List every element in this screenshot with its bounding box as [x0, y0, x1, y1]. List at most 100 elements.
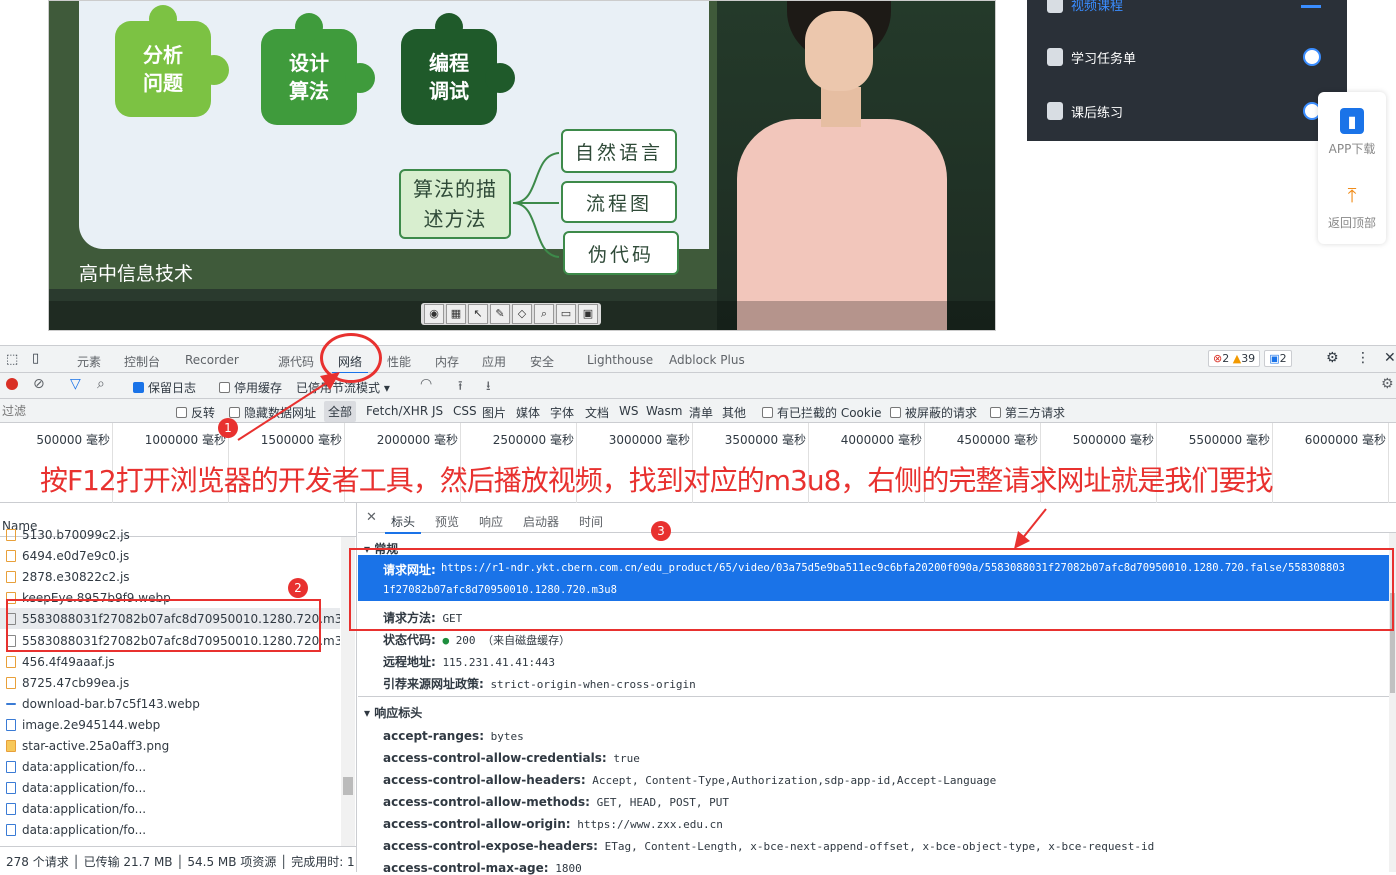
- method-box: 自然语言: [561, 129, 677, 173]
- app-download-button[interactable]: ▮ APP下载: [1318, 108, 1386, 157]
- request-row[interactable]: data:application/fo...: [0, 819, 340, 840]
- type-filter-js[interactable]: JS: [432, 404, 443, 418]
- type-filter-ws[interactable]: WS: [619, 404, 638, 418]
- request-row[interactable]: image.2e945144.webp: [0, 714, 340, 735]
- header-key: access-control-allow-credentials:: [383, 751, 607, 765]
- screen-icon[interactable]: ▭: [556, 304, 576, 324]
- close-icon[interactable]: ✕: [1384, 350, 1396, 366]
- eraser-icon[interactable]: ◇: [512, 304, 532, 324]
- checkbox: [762, 407, 773, 418]
- settings-gear-icon[interactable]: ⚙: [1326, 350, 1339, 366]
- tab-performance[interactable]: 性能: [387, 353, 411, 370]
- more-menu-icon[interactable]: ⋮: [1356, 350, 1370, 366]
- url-highlight-box: [349, 548, 1394, 631]
- header-key: access-control-allow-methods:: [383, 795, 590, 809]
- tab-console[interactable]: 控制台: [124, 353, 160, 370]
- course-menu: 视频课程 学习任务单 课后练习: [1027, 0, 1347, 141]
- device-toggle-icon[interactable]: ▯: [32, 351, 39, 366]
- tab-response[interactable]: 响应: [479, 513, 503, 530]
- teacher-footage: [717, 1, 995, 330]
- tab-security[interactable]: 安全: [530, 353, 554, 370]
- video-player[interactable]: 分析问题 设计算法 编程调试 算法的描述方法 自然语言 流程图 伪代码 高中信息…: [48, 0, 996, 331]
- pen-icon[interactable]: ✎: [490, 304, 510, 324]
- request-row[interactable]: data:application/fo...: [0, 756, 340, 777]
- type-filter-doc[interactable]: 文档: [585, 404, 609, 421]
- script-file-icon: [6, 655, 16, 668]
- third-party-checkbox[interactable]: 第三方请求: [990, 404, 1065, 421]
- puzzle-piece: 分析问题: [115, 5, 229, 117]
- eye-icon[interactable]: ◉: [424, 304, 444, 324]
- timeline-tick-label: 500000 毫秒: [36, 433, 110, 447]
- message-count-badge[interactable]: ▣2: [1264, 350, 1292, 367]
- type-filter-fetch[interactable]: Fetch/XHR: [366, 404, 428, 418]
- blocked-cookies-checkbox[interactable]: 有已拦截的 Cookie: [762, 404, 882, 421]
- type-filter-css[interactable]: CSS: [453, 404, 477, 418]
- download-icon[interactable]: ⭳: [486, 377, 491, 399]
- header-key: accept-ranges:: [383, 729, 484, 743]
- back-to-top-button[interactable]: ⤒ 返回顶部: [1318, 182, 1386, 231]
- close-detail-icon[interactable]: ✕: [366, 510, 377, 525]
- request-row[interactable]: 5130.b70099c2.js: [0, 524, 340, 545]
- menu-item-task[interactable]: 学习任务单: [1047, 47, 1321, 67]
- inspect-icon[interactable]: ⬚: [6, 352, 18, 367]
- tab-memory[interactable]: 内存: [435, 353, 459, 370]
- error-count-badge[interactable]: ⊗2 ▲39: [1208, 350, 1261, 367]
- tab-application[interactable]: 应用: [482, 353, 506, 370]
- network-settings-icon[interactable]: ⚙: [1381, 376, 1394, 392]
- upload-icon[interactable]: ⭱: [458, 377, 463, 399]
- search-icon[interactable]: ⌕: [97, 376, 105, 392]
- timeline-tick-label: 5500000 毫秒: [1188, 433, 1270, 447]
- request-row[interactable]: 8725.47cb99ea.js: [0, 672, 340, 693]
- tab-elements[interactable]: 元素: [77, 353, 101, 370]
- wifi-icon[interactable]: ◠: [420, 376, 432, 392]
- method-box: 流程图: [561, 181, 677, 223]
- blocked-requests-checkbox[interactable]: 被屏蔽的请求: [890, 404, 977, 421]
- type-filter-media[interactable]: 媒体: [516, 404, 540, 421]
- tab-initiator[interactable]: 启动器: [523, 513, 559, 530]
- status-circle-icon: [1303, 48, 1321, 66]
- header-value: https://www.zxx.edu.cn: [577, 818, 723, 831]
- scrollbar-thumb[interactable]: [343, 777, 353, 795]
- request-list: Name 5130.b70099c2.js 6494.e0d7e9c0.js 287…: [0, 503, 357, 872]
- issue-badges[interactable]: ⊗2 ▲39 ▣2: [1208, 350, 1292, 367]
- type-filter-other[interactable]: 其他: [722, 404, 746, 421]
- type-filter-img[interactable]: 图片: [482, 404, 506, 421]
- pointer-icon[interactable]: ↖: [468, 304, 488, 324]
- tab-lighthouse[interactable]: Lighthouse: [587, 353, 653, 367]
- request-row[interactable]: download-bar.b7c5f143.webp: [0, 693, 340, 714]
- request-row[interactable]: 456.4f49aaaf.js: [0, 651, 340, 672]
- message-count: 2: [1279, 352, 1287, 365]
- message-icon: ▣: [1269, 352, 1280, 365]
- request-row[interactable]: data:application/fo...: [0, 798, 340, 819]
- request-row[interactable]: 6494.e0d7e9c0.js: [0, 545, 340, 566]
- menu-item-video[interactable]: 视频课程: [1047, 0, 1321, 14]
- timeline-tick-label: 5000000 毫秒: [1072, 433, 1154, 447]
- type-filter-manifest[interactable]: 清单: [689, 404, 713, 421]
- request-row[interactable]: data:application/fo...: [0, 777, 340, 798]
- step-marker-1: 1: [218, 418, 238, 438]
- response-headers-header[interactable]: ▾ 响应标头: [364, 704, 422, 721]
- grid-icon[interactable]: ▦: [446, 304, 466, 324]
- tab-timing[interactable]: 时间: [579, 513, 603, 530]
- tab-headers[interactable]: 标头: [384, 513, 422, 534]
- type-filter-font[interactable]: 字体: [550, 404, 574, 421]
- slide-toolbar[interactable]: ◉ ▦ ↖ ✎ ◇ ⌕ ▭ ▣: [421, 303, 601, 325]
- method-label: 流程图: [585, 192, 652, 215]
- preserve-log-checkbox[interactable]: 保留日志: [133, 379, 196, 396]
- invert-checkbox[interactable]: 反转: [176, 404, 215, 421]
- type-filter-wasm[interactable]: Wasm: [646, 404, 682, 418]
- status-code-value: 200 （来自磁盘缓存）: [455, 634, 571, 647]
- menu-item-exercise[interactable]: 课后练习: [1047, 101, 1321, 121]
- image-file-icon: [6, 803, 16, 816]
- request-row[interactable]: star-active.25a0aff3.png: [0, 735, 340, 756]
- tab-preview[interactable]: 预览: [435, 513, 459, 530]
- search-icon[interactable]: ⌕: [534, 304, 554, 324]
- record-icon[interactable]: [6, 378, 18, 390]
- warning-icon: ▲: [1232, 352, 1242, 365]
- filter-icon[interactable]: ▽: [70, 376, 81, 392]
- board-icon[interactable]: ▣: [578, 304, 598, 324]
- tab-adblock[interactable]: Adblock Plus: [669, 353, 745, 367]
- filter-input[interactable]: [2, 402, 162, 420]
- method-box: 伪代码: [563, 231, 679, 275]
- clear-icon[interactable]: ⊘: [33, 376, 45, 392]
